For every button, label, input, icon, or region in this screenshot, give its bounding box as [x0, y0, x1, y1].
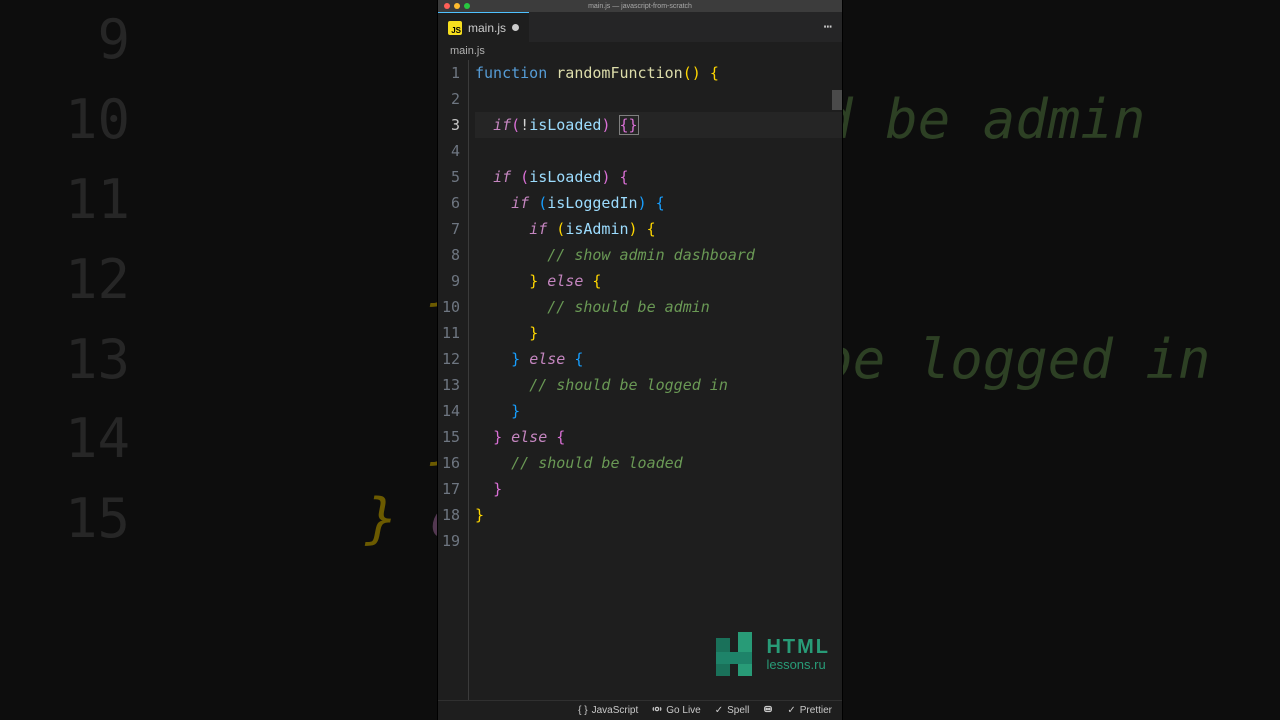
- close-icon[interactable]: [444, 3, 450, 9]
- tab-bar: JS main.js ⋯: [438, 12, 842, 42]
- code-line[interactable]: if (isAdmin) {: [475, 216, 842, 242]
- line-number: 12: [438, 346, 460, 372]
- editor-window: main.js — javascript-from-scratch JS mai…: [438, 0, 842, 720]
- code-line[interactable]: // should be logged in: [475, 372, 842, 398]
- window-title: main.js — javascript-from-scratch: [588, 3, 692, 10]
- line-number: 3: [438, 112, 460, 138]
- line-gutter: 12345678910111213141516171819: [438, 60, 468, 700]
- maximize-icon[interactable]: [464, 3, 470, 9]
- line-number: 8: [438, 242, 460, 268]
- watermark-title: HTML: [766, 637, 830, 658]
- line-number: 7: [438, 216, 460, 242]
- code-line[interactable]: }: [475, 502, 842, 528]
- scrollbar-thumb[interactable]: [832, 90, 842, 110]
- check-icon: ✓: [715, 705, 723, 716]
- dirty-indicator-icon: [512, 24, 519, 31]
- line-number: 9: [438, 268, 460, 294]
- code-line[interactable]: }: [475, 320, 842, 346]
- code-line[interactable]: [475, 86, 842, 112]
- code-line[interactable]: [475, 138, 842, 164]
- status-bar: { } JavaScript Go Live ✓ Spell ✓ Prettie…: [438, 700, 842, 720]
- line-number: 17: [438, 476, 460, 502]
- copilot-icon: [763, 704, 773, 717]
- line-number: 15: [438, 424, 460, 450]
- line-number: 2: [438, 86, 460, 112]
- line-number: 1: [438, 60, 460, 86]
- code-line[interactable]: }: [475, 476, 842, 502]
- code-content[interactable]: function randomFunction() { if(!isLoaded…: [468, 60, 842, 700]
- code-line[interactable]: }: [475, 398, 842, 424]
- code-line[interactable]: function randomFunction() {: [475, 60, 842, 86]
- js-file-icon: JS: [448, 21, 462, 35]
- line-number: 11: [438, 320, 460, 346]
- status-spell[interactable]: ✓ Spell: [715, 705, 750, 716]
- code-line[interactable]: // show admin dashboard: [475, 242, 842, 268]
- line-number: 19: [438, 528, 460, 554]
- code-line[interactable]: } else {: [475, 346, 842, 372]
- code-line[interactable]: if(!isLoaded) {}: [475, 112, 842, 138]
- code-line[interactable]: } else {: [475, 268, 842, 294]
- code-line[interactable]: } else {: [475, 424, 842, 450]
- status-language[interactable]: { } JavaScript: [578, 705, 638, 716]
- status-prettier[interactable]: ✓ Prettier: [787, 705, 832, 716]
- code-line[interactable]: [475, 528, 842, 554]
- braces-icon: { }: [578, 705, 587, 716]
- code-line[interactable]: // should be loaded: [475, 450, 842, 476]
- line-number: 5: [438, 164, 460, 190]
- status-copilot[interactable]: [763, 704, 773, 717]
- line-number: 16: [438, 450, 460, 476]
- line-number: 4: [438, 138, 460, 164]
- breadcrumb[interactable]: main.js: [438, 42, 842, 60]
- status-golive[interactable]: Go Live: [652, 704, 700, 717]
- code-line[interactable]: if (isLoaded) {: [475, 164, 842, 190]
- code-editor[interactable]: 12345678910111213141516171819 function r…: [438, 60, 842, 700]
- tab-main-js[interactable]: JS main.js: [438, 12, 529, 42]
- broadcast-icon: [652, 704, 662, 717]
- watermark-icon: [716, 632, 760, 676]
- check-icon: ✓: [787, 705, 795, 716]
- code-line[interactable]: // should be admin: [475, 294, 842, 320]
- more-actions-icon[interactable]: ⋯: [814, 19, 842, 35]
- line-number: 10: [438, 294, 460, 320]
- line-number: 18: [438, 502, 460, 528]
- minimize-icon[interactable]: [454, 3, 460, 9]
- code-line[interactable]: if (isLoggedIn) {: [475, 190, 842, 216]
- titlebar: main.js — javascript-from-scratch: [438, 0, 842, 12]
- line-number: 14: [438, 398, 460, 424]
- line-number: 6: [438, 190, 460, 216]
- watermark-subtitle: lessons.ru: [766, 658, 830, 672]
- watermark-logo: HTML lessons.ru: [716, 632, 830, 676]
- window-controls: [444, 3, 470, 9]
- breadcrumb-item: main.js: [450, 45, 485, 57]
- line-number: 13: [438, 372, 460, 398]
- tab-label: main.js: [468, 21, 506, 35]
